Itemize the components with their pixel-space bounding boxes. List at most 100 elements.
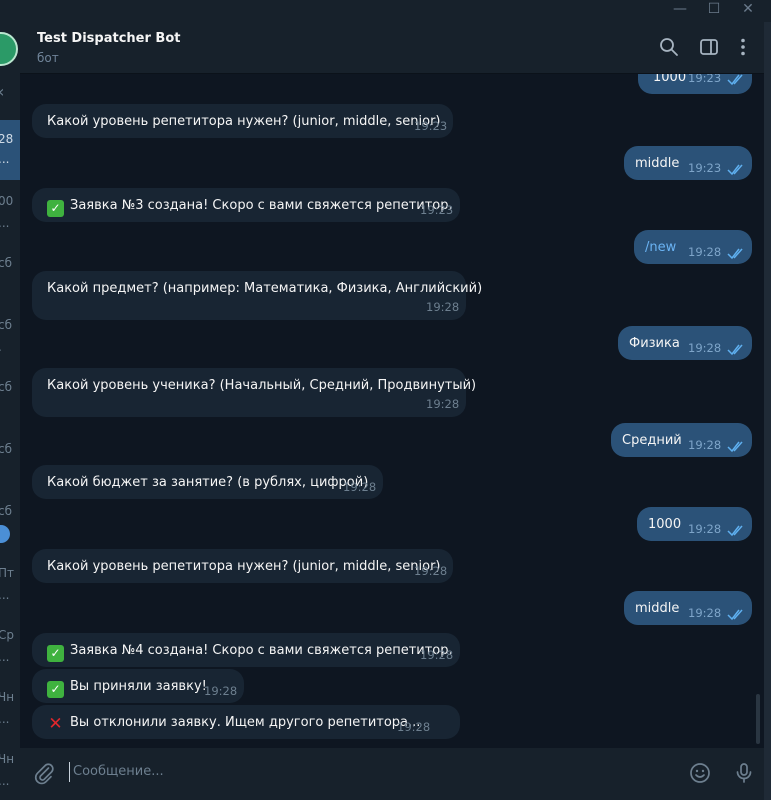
sidebar-fragment: Пт — [0, 566, 15, 580]
message-outgoing[interactable]: /new 19:28 — [634, 230, 752, 264]
sidebar-fragment: 28 — [0, 132, 14, 146]
sidebar-fragment: 00 — [0, 194, 14, 208]
command-link[interactable]: /new — [645, 240, 676, 255]
message-text: Какой уровень ученика? (Начальный, Средн… — [47, 378, 477, 393]
message-outgoing[interactable]: Физика 19:28 — [618, 326, 752, 360]
avatar[interactable] — [0, 32, 18, 66]
attach-icon[interactable] — [32, 761, 56, 785]
message-time: 19:28 — [397, 720, 431, 734]
message-time: 19:28 — [688, 606, 722, 620]
sidebar-fragment: Чн — [0, 690, 15, 704]
sidebar-fragment: сб — [0, 504, 12, 518]
close-button[interactable]: ✕ — [731, 0, 765, 20]
double-check-icon — [727, 74, 743, 86]
check-mark-icon: ✓ — [47, 681, 64, 698]
message-incoming[interactable]: Какой уровень репетитора нужен? (junior,… — [32, 549, 453, 583]
sidebar-fragment: ... — [0, 650, 10, 664]
maximize-button[interactable]: ☐ — [697, 0, 731, 20]
message-outgoing[interactable]: middle 19:23 — [624, 146, 752, 180]
message-text: Какой уровень репетитора нужен? (junior,… — [47, 114, 441, 129]
message-text: ✓ Вы приняли заявку! — [47, 679, 207, 698]
double-check-icon — [727, 609, 743, 621]
sidebar-fragment: ... — [0, 588, 10, 602]
message-text: ✕ Вы отклонили заявку. Ищем другого репет… — [48, 714, 421, 734]
message-time: 19:28 — [420, 648, 454, 662]
double-check-icon — [727, 164, 743, 176]
chevron-left-icon[interactable]: ‹ — [0, 82, 4, 101]
message-text: Какой бюджет за занятие? (в рублях, цифр… — [47, 475, 369, 490]
sidebar-fragment: ... — [0, 712, 10, 726]
sidebar-fragment: ... — [0, 216, 10, 230]
message-text: middle — [635, 156, 680, 171]
sidebar-fragment: сб — [0, 256, 12, 270]
message-text: 1000 — [648, 517, 682, 532]
check-mark-icon: ✓ — [47, 200, 64, 217]
chat-title[interactable]: Test Dispatcher Bot — [37, 31, 180, 46]
message-time: 19:28 — [426, 300, 460, 314]
message-outgoing[interactable]: 1000 19:28 — [637, 507, 752, 541]
message-outgoing[interactable]: middle 19:28 — [624, 591, 752, 625]
message-incoming[interactable]: Какой уровень ученика? (Начальный, Средн… — [32, 368, 476, 417]
message-incoming[interactable]: ✓ Заявка №4 создана! Скоро с вами свяжетс… — [32, 633, 460, 667]
message-text: ✓ Заявка №3 создана! Скоро с вами свяжетс… — [47, 198, 453, 217]
message-time: 19:28 — [688, 341, 722, 355]
message-incoming[interactable]: ✕ Вы отклонили заявку. Ищем другого репет… — [32, 705, 460, 739]
message-time: 19:28 — [426, 397, 460, 411]
message-incoming[interactable]: Какой уровень репетитора нужен? (junior,… — [32, 104, 453, 138]
message-outgoing[interactable]: Средний 19:28 — [611, 423, 752, 457]
microphone-icon[interactable] — [732, 761, 756, 785]
message-text: Физика — [629, 336, 680, 351]
message-time: 19:28 — [688, 438, 722, 452]
message-incoming[interactable]: Какой предмет? (например: Математика, Фи… — [32, 271, 482, 320]
message-incoming[interactable]: ✓ Заявка №3 создана! Скоро с вами свяжетс… — [32, 188, 460, 222]
sidebar-fragment: Чн — [0, 752, 15, 766]
sidebar-fragment: сб — [0, 318, 12, 332]
check-mark-icon: ✓ — [47, 645, 64, 662]
message-time: 19:28 — [688, 245, 722, 259]
emoji-icon[interactable] — [688, 761, 712, 785]
message-text: middle — [635, 601, 680, 616]
sidebar-fragment: сб — [0, 442, 12, 456]
message-time: 19:28 — [204, 684, 238, 698]
message-text: Средний — [622, 433, 682, 448]
sidebar-fragment: ... — [0, 152, 10, 166]
title-bar: — ☐ ✕ — [0, 0, 771, 22]
telegram-window: — ☐ ✕ ‹ 28 ... 00 ... сб сб . сб сб сб П… — [0, 0, 771, 800]
search-icon[interactable] — [658, 36, 680, 58]
sidebar-fragment: ... — [0, 774, 10, 788]
sidebar-active-chat[interactable] — [0, 120, 20, 180]
chat-list-sidebar: ‹ 28 ... 00 ... сб сб . сб сб сб Пт ... … — [0, 22, 20, 800]
window-edge — [764, 22, 771, 800]
scrollbar[interactable] — [756, 694, 760, 744]
message-text: Какой уровень репетитора нужен? (junior,… — [47, 559, 441, 574]
sidebar-fragment: сб — [0, 380, 12, 394]
message-incoming[interactable]: Какой бюджет за занятие? (в рублях, цифр… — [32, 465, 383, 499]
message-time: 19:28 — [414, 564, 448, 578]
double-check-icon — [727, 441, 743, 453]
message-time: 19:28 — [688, 522, 722, 536]
sidebar-toggle-icon[interactable] — [698, 36, 720, 58]
message-incoming[interactable]: ✓ Вы приняли заявку! 19:28 — [32, 669, 244, 703]
message-list[interactable]: 1000 19:23 Какой уровень репетитора нуже… — [20, 74, 771, 748]
double-check-icon — [727, 344, 743, 356]
chat-header[interactable]: Test Dispatcher Bot бот — [20, 22, 771, 74]
unread-badge — [0, 525, 10, 543]
message-text: 1000 — [653, 74, 687, 85]
message-time: 19:28 — [343, 480, 377, 494]
chat-subtitle: бот — [37, 51, 59, 65]
message-input[interactable]: Сообщение... — [69, 762, 669, 782]
message-time: 19:23 — [414, 119, 448, 133]
sidebar-fragment: Ср — [0, 628, 14, 642]
double-check-icon — [727, 248, 743, 260]
message-outgoing[interactable]: 1000 19:23 — [638, 74, 752, 94]
message-composer: Сообщение... — [20, 748, 764, 800]
message-text: ✓ Заявка №4 создана! Скоро с вами свяжетс… — [47, 643, 453, 662]
more-vertical-icon[interactable] — [732, 36, 754, 58]
message-time: 19:23 — [420, 203, 454, 217]
message-text: Какой предмет? (например: Математика, Фи… — [47, 281, 483, 296]
message-time: 19:23 — [688, 74, 722, 85]
sidebar-fragment: . — [0, 340, 2, 354]
minimize-button[interactable]: — — [663, 0, 697, 20]
cross-mark-icon: ✕ — [48, 714, 63, 734]
message-time: 19:23 — [688, 161, 722, 175]
